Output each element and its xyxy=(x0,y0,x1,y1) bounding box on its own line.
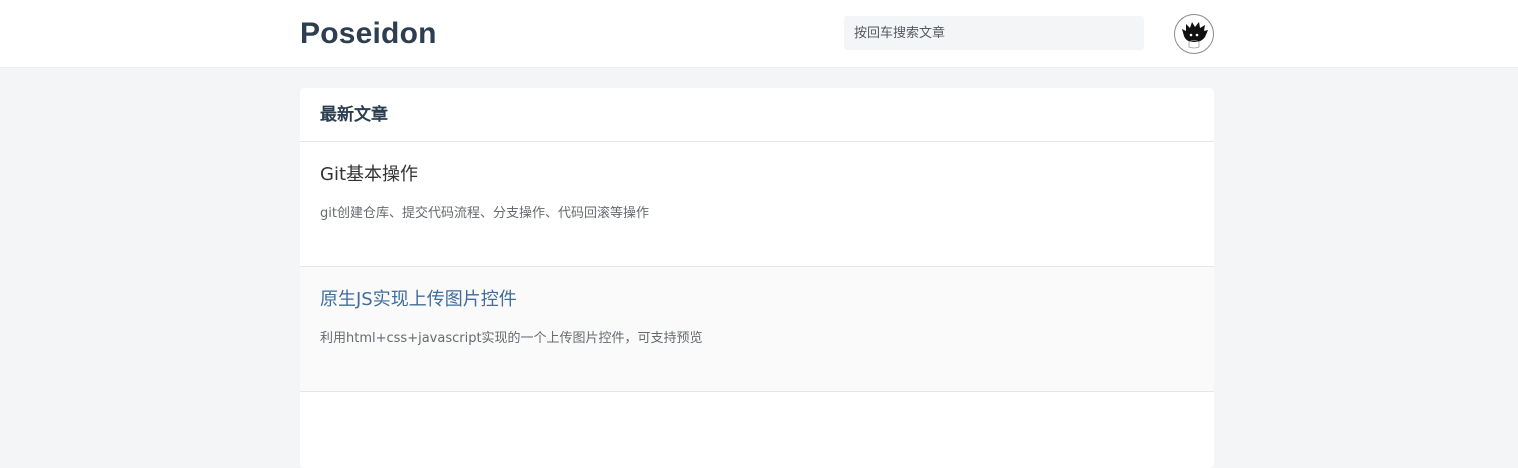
avatar-icon xyxy=(1182,22,1208,49)
article-item[interactable]: Git基本操作 git创建仓库、提交代码流程、分支操作、代码回滚等操作 xyxy=(300,142,1214,267)
user-avatar[interactable] xyxy=(1174,14,1214,54)
article-summary: git创建仓库、提交代码流程、分支操作、代码回滚等操作 xyxy=(320,206,649,221)
search-input[interactable] xyxy=(844,16,1144,50)
top-navbar: Poseidon xyxy=(0,0,1518,68)
article-title[interactable]: Git基本操作 xyxy=(320,162,1194,188)
section-title: 最新文章 xyxy=(300,88,1214,142)
article-summary: 利用html+css+javascript实现的一个上传图片控件，可支持预览 xyxy=(320,331,703,346)
article-item[interactable]: 原生JS实现上传图片控件 利用html+css+javascript实现的一个上… xyxy=(300,267,1214,392)
article-title[interactable]: 原生JS实现上传图片控件 xyxy=(320,287,1194,313)
latest-articles-card: 最新文章 Git基本操作 git创建仓库、提交代码流程、分支操作、代码回滚等操作… xyxy=(300,88,1214,468)
site-logo[interactable]: Poseidon xyxy=(300,14,437,54)
